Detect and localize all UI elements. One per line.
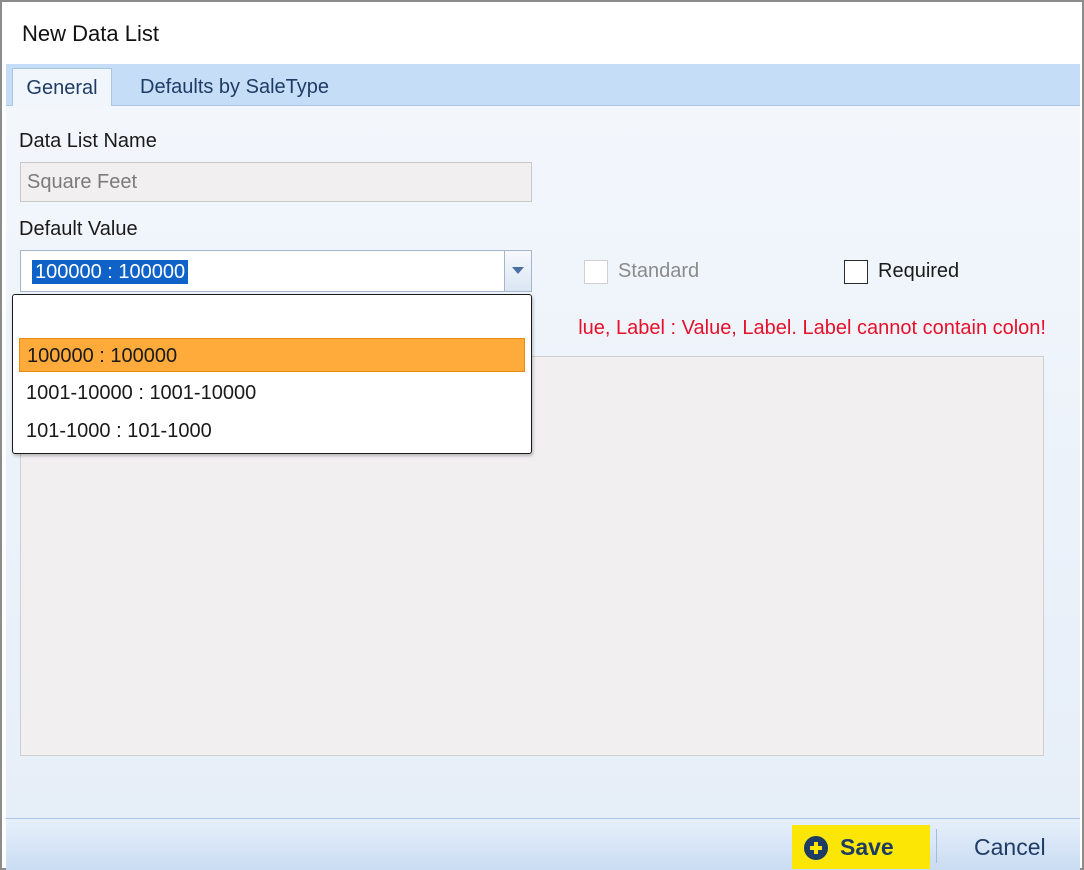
tab-strip: General Defaults by SaleType <box>6 64 1080 106</box>
standard-label: Standard <box>618 260 700 282</box>
cancel-button[interactable]: Cancel <box>958 825 1068 869</box>
default-value-dropdown-button[interactable] <box>504 251 531 291</box>
required-checkbox[interactable] <box>844 260 868 284</box>
standard-checkbox[interactable] <box>584 260 608 284</box>
dropdown-item-selected[interactable]: 100000 : 100000 <box>19 338 525 372</box>
default-value-dropdown-list: 100000 : 100000 1001-10000 : 1001-10000 … <box>12 294 532 454</box>
window-title: New Data List <box>22 21 159 46</box>
default-value-combo[interactable]: 100000 : 100000 <box>20 250 532 292</box>
dropdown-item-empty[interactable] <box>19 299 525 333</box>
default-value-selected-text: 100000 : 100000 <box>32 260 189 284</box>
plus-circle-icon <box>804 836 828 860</box>
general-tab-content: Data List Name Square Feet Default Value… <box>6 106 1080 818</box>
dialog-footer: Save Cancel <box>6 818 1080 870</box>
cancel-button-label: Cancel <box>974 834 1046 860</box>
required-label[interactable]: Required <box>878 260 959 283</box>
tab-general[interactable]: General <box>12 68 112 106</box>
tab-defaults-by-saletype[interactable]: Defaults by SaleType <box>136 68 333 106</box>
data-list-name-field[interactable]: Square Feet <box>20 162 532 202</box>
dialog-window: New Data List General Defaults by SaleTy… <box>0 0 1084 870</box>
default-value-label: Default Value <box>19 218 138 240</box>
dropdown-item[interactable]: 1001-10000 : 1001-10000 <box>19 376 525 410</box>
save-button-label: Save <box>840 834 894 860</box>
save-button[interactable]: Save <box>792 825 930 869</box>
chevron-down-icon <box>512 267 524 274</box>
footer-separator <box>936 829 937 863</box>
title-bar: New Data List <box>2 2 1082 64</box>
data-list-name-label: Data List Name <box>19 130 157 152</box>
dropdown-item[interactable]: 101-1000 : 101-1000 <box>19 414 525 448</box>
